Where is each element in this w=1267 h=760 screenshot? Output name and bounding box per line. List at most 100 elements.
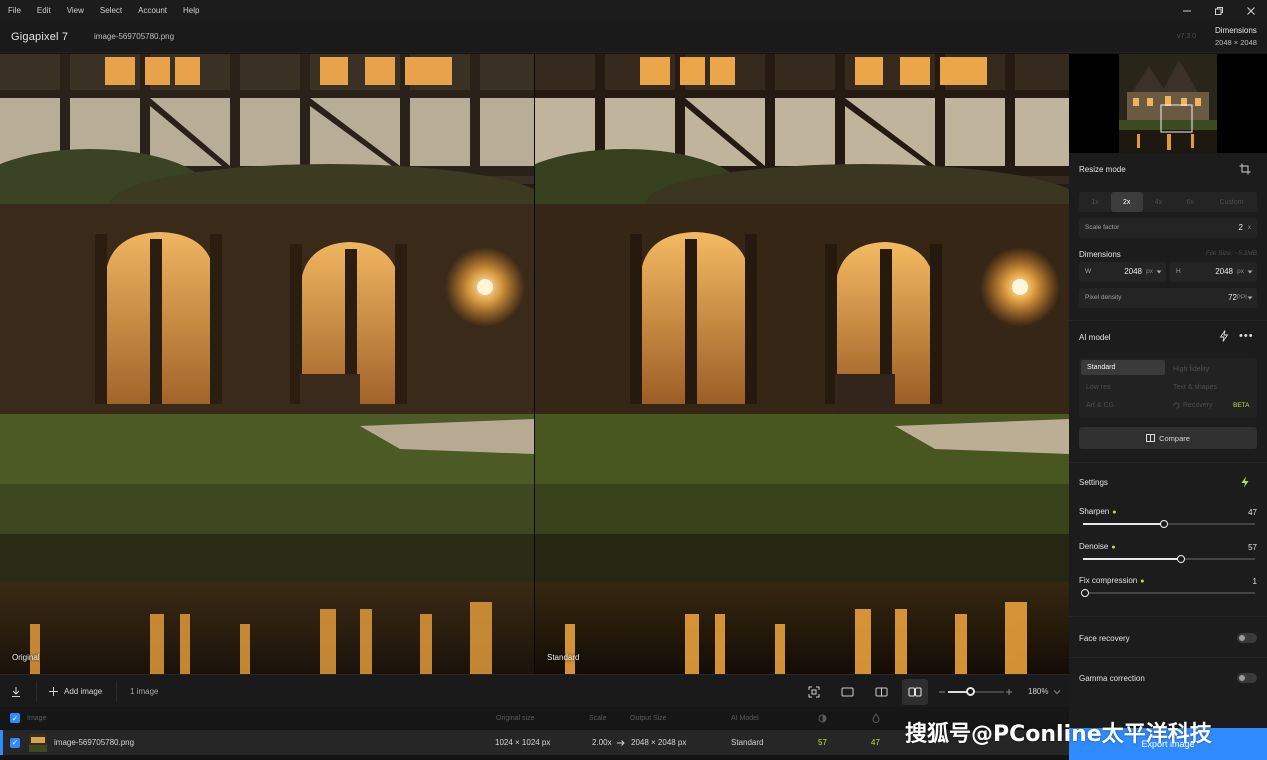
compare-label: Compare <box>1159 433 1190 443</box>
zoom-slider-knob[interactable] <box>966 687 976 696</box>
scale-option-custom[interactable]: Custom <box>1206 192 1257 212</box>
menu-help[interactable]: Help <box>175 6 207 15</box>
scale-option-2x[interactable]: 2x <box>1110 192 1143 212</box>
section-divider <box>1069 616 1267 617</box>
scale-factor-field[interactable]: Scale factor 2 x <box>1079 218 1257 238</box>
ai-model-title: AI model <box>1079 333 1111 342</box>
model-text-shapes[interactable]: Text & shapes <box>1173 384 1217 391</box>
menu-edit[interactable]: Edit <box>29 6 59 15</box>
section-divider <box>1069 657 1267 658</box>
denoise-value: 57 <box>1248 543 1257 552</box>
width-field[interactable]: W 2048 px <box>1079 262 1166 282</box>
sharpen-label-text: Sharpen <box>1079 507 1110 516</box>
fix-compression-slider[interactable] <box>1080 588 1255 597</box>
menu-select[interactable]: Select <box>92 6 130 15</box>
height-value: 2048 <box>1215 267 1233 276</box>
fix-compression-value: 1 <box>1252 577 1257 586</box>
arrow-right-icon <box>616 730 626 755</box>
scale-selector: 1x 2x 4x 6x Custom <box>1079 192 1257 212</box>
close-icon[interactable] <box>1235 0 1267 21</box>
preview-area[interactable]: Original Standard <box>0 54 1069 674</box>
title-bar: Gigapixel 7 image-569705780.png v7.3.0 D… <box>0 21 1267 53</box>
auto-indicator-dot: ● <box>1111 544 1116 551</box>
standard-label: Standard <box>547 653 580 662</box>
toggle-knob <box>1239 635 1245 641</box>
auto-indicator-dot: ● <box>1140 578 1145 585</box>
zoom-slider[interactable] <box>948 687 1004 696</box>
navigator-thumbnail[interactable] <box>1069 54 1267 153</box>
model-low-res[interactable]: Low res <box>1086 384 1111 391</box>
fix-compression-slider-knob[interactable] <box>1080 588 1089 597</box>
compare-button[interactable]: Compare <box>1079 427 1257 449</box>
scale-factor-label: Scale factor <box>1085 224 1120 231</box>
enhanced-preview[interactable]: Standard <box>535 54 1069 674</box>
toolbar-separator <box>116 681 117 702</box>
app-name: Gigapixel 7 <box>11 31 69 43</box>
height-unit-chevron-icon[interactable] <box>1247 270 1253 274</box>
model-art-cg[interactable]: Art & CG <box>1086 402 1114 409</box>
scale-option-6x[interactable]: 6x <box>1174 192 1206 212</box>
scale-option-4x[interactable]: 4x <box>1143 192 1175 212</box>
denoise-slider-knob[interactable] <box>1177 554 1186 563</box>
row-checkbox[interactable]: ✓ <box>10 730 20 755</box>
width-label: W <box>1085 268 1092 275</box>
zoom-out-icon[interactable] <box>938 675 946 708</box>
minimize-icon[interactable] <box>1171 0 1203 21</box>
auto-indicator-dot: ● <box>1112 509 1117 516</box>
image-count: 1 image <box>130 687 159 696</box>
single-view-icon[interactable] <box>834 679 860 705</box>
sharpen-slider[interactable] <box>1083 519 1255 528</box>
settings-panel: Resize mode 1x 2x 4x 6x Custom Scale fac… <box>1069 54 1267 760</box>
denoise-column-icon <box>872 707 880 729</box>
face-recovery-toggle[interactable] <box>1237 633 1257 643</box>
pixel-density-unit-label: PPI <box>1236 294 1247 301</box>
model-recovery[interactable]: Recovery <box>1173 402 1213 409</box>
section-divider <box>1069 320 1267 321</box>
height-field[interactable]: H 2048 px <box>1170 262 1257 282</box>
model-high-fidelity[interactable]: High fidelity <box>1173 366 1209 373</box>
original-preview[interactable]: Original <box>0 54 534 674</box>
output-dimensions-value: 2048 × 2048 <box>1215 38 1257 47</box>
menu-file[interactable]: File <box>0 6 29 15</box>
fit-view-icon[interactable] <box>801 679 827 705</box>
house-photo-enhanced <box>535 54 1069 674</box>
side-by-side-view-icon[interactable] <box>902 679 928 705</box>
split-view-icon[interactable] <box>868 679 894 705</box>
sharpen-slider-knob[interactable] <box>1159 519 1168 528</box>
menu-view[interactable]: View <box>59 6 92 15</box>
row-thumbnail <box>29 730 47 755</box>
pixel-density-field[interactable]: Pixel density 72 PPI <box>1079 288 1257 308</box>
model-standard[interactable]: Standard <box>1081 360 1165 375</box>
scale-factor-value: 2 <box>1238 223 1243 232</box>
select-all-checkbox[interactable]: ✓ <box>10 707 20 729</box>
zoom-value[interactable]: 180% <box>1028 675 1048 708</box>
auto-settings-lightning-icon[interactable] <box>1240 476 1250 491</box>
row-sharpen: 57 <box>818 738 827 747</box>
more-options-icon[interactable]: ••• <box>1239 330 1254 342</box>
crop-icon[interactable] <box>1239 163 1251 178</box>
fix-compression-label: Fix compression ● <box>1079 576 1144 585</box>
gamma-correction-toggle[interactable] <box>1237 673 1257 683</box>
col-ai-model: AI Model <box>731 714 759 722</box>
add-image-button[interactable]: Add image <box>48 675 102 708</box>
sharpen-slider-fill <box>1083 523 1164 525</box>
row-scale: 2.00x <box>592 738 612 747</box>
scale-option-1x[interactable]: 1x <box>1079 192 1111 212</box>
lightning-icon[interactable] <box>1219 330 1229 345</box>
denoise-slider[interactable] <box>1083 554 1255 563</box>
denoise-label: Denoise ● <box>1079 542 1116 551</box>
current-file-name: image-569705780.png <box>94 32 175 41</box>
sharpen-column-icon <box>818 707 827 729</box>
zoom-in-icon[interactable] <box>1005 675 1013 708</box>
fix-compression-label-text: Fix compression <box>1079 576 1138 585</box>
width-unit-chevron-icon[interactable] <box>1156 270 1162 274</box>
zoom-dropdown-chevron-icon[interactable] <box>1053 675 1061 708</box>
menu-account[interactable]: Account <box>130 6 175 15</box>
import-icon[interactable] <box>10 675 22 708</box>
app-version: v7.3.0 <box>1177 33 1197 40</box>
height-unit: px <box>1237 268 1244 275</box>
plus-icon <box>49 687 58 696</box>
col-scale: Scale <box>589 714 607 722</box>
restore-icon[interactable] <box>1203 0 1235 21</box>
pixel-density-chevron-icon[interactable] <box>1247 296 1253 300</box>
